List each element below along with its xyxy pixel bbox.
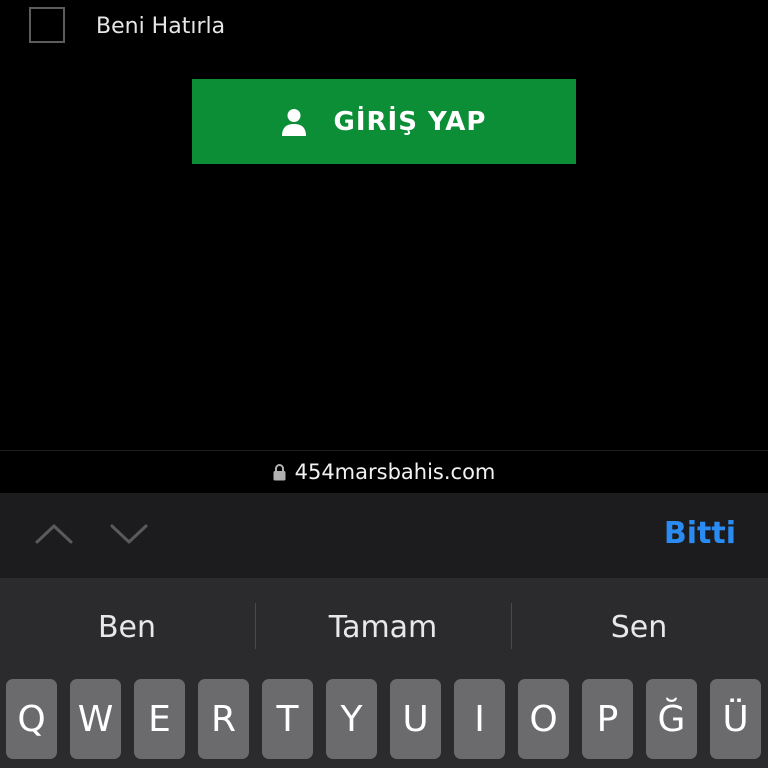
key-q[interactable]: Q	[6, 679, 57, 759]
lock-icon	[273, 463, 286, 480]
user-icon	[282, 108, 307, 136]
key-u-umlaut[interactable]: Ü	[710, 679, 761, 759]
url-text: 454marsbahis.com	[294, 460, 496, 484]
suggestion-item[interactable]: Ben	[0, 578, 254, 676]
key-w[interactable]: W	[70, 679, 121, 759]
login-page	[0, 0, 768, 450]
suggestion-item[interactable]: Sen	[512, 578, 766, 676]
remember-me[interactable]	[29, 7, 65, 43]
key-o[interactable]: O	[518, 679, 569, 759]
remember-label: Beni Hatırla	[96, 14, 226, 39]
key-t[interactable]: T	[262, 679, 313, 759]
suggestion-item[interactable]: Tamam	[256, 578, 510, 676]
login-button[interactable]: GİRİŞ YAP	[192, 79, 576, 164]
key-p[interactable]: P	[582, 679, 633, 759]
key-e[interactable]: E	[134, 679, 185, 759]
key-u[interactable]: U	[390, 679, 441, 759]
chevron-down-icon[interactable]	[109, 518, 149, 550]
key-y[interactable]: Y	[326, 679, 377, 759]
key-r[interactable]: R	[198, 679, 249, 759]
chevron-up-icon[interactable]	[34, 518, 74, 550]
remember-checkbox[interactable]	[29, 7, 65, 43]
key-i[interactable]: I	[454, 679, 505, 759]
done-button[interactable]: Bitti	[664, 516, 736, 551]
key-g-breve[interactable]: Ğ	[646, 679, 697, 759]
address-bar[interactable]: 454marsbahis.com	[0, 450, 768, 493]
login-button-label: GİRİŞ YAP	[333, 106, 487, 137]
